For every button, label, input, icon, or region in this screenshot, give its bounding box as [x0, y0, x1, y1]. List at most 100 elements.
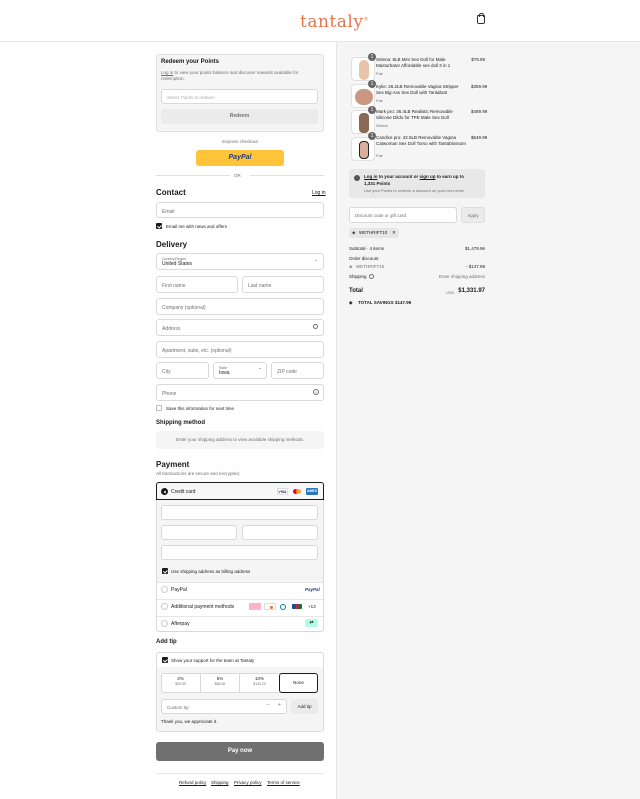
- expiry-field[interactable]: [161, 525, 237, 540]
- quantity-badge: 1: [368, 132, 376, 140]
- shopping-bag-icon[interactable]: [477, 13, 485, 24]
- product-name: Selena: 8LB Mini Sex Doll for Male Mastu…: [376, 57, 451, 68]
- footer-link-refund[interactable]: Refund policy: [179, 780, 206, 785]
- order-discount-code: WETHRIFT10: [356, 264, 385, 269]
- redeem-button[interactable]: Redeem: [161, 109, 318, 124]
- address-field[interactable]: Address: [156, 319, 324, 336]
- product-price: $549.99: [471, 135, 488, 140]
- footer-link-terms[interactable]: Terms of service: [267, 780, 300, 785]
- product-variant: Wheat: [376, 123, 388, 128]
- save-info-checkbox[interactable]: [156, 405, 162, 411]
- shipping-method-title: Shipping method: [156, 420, 205, 426]
- more-methods-count: +13: [308, 604, 316, 609]
- diners-icon: [280, 604, 286, 610]
- or-label: OR: [234, 173, 241, 178]
- state-chevron-icon: ⌄: [258, 365, 263, 371]
- credit-card-label: Credit card: [171, 489, 196, 495]
- order-discount-value: - $147.99: [465, 264, 485, 269]
- chevron-down-icon: ⌄: [314, 257, 319, 263]
- savings-tag-icon: ◈: [349, 300, 353, 305]
- help-icon[interactable]: ?: [313, 389, 319, 395]
- contact-login-link[interactable]: Log in: [312, 190, 326, 196]
- product-variant: Fair: [376, 98, 383, 103]
- last-name-field[interactable]: Last name: [242, 276, 324, 293]
- state-value: Iowa: [219, 370, 230, 376]
- afterpay-radio[interactable]: [161, 620, 168, 627]
- email-field[interactable]: Email: [156, 202, 324, 218]
- phone-field[interactable]: Phone: [156, 384, 324, 401]
- billing-checkbox[interactable]: [162, 568, 168, 574]
- credit-card-radio[interactable]: [161, 488, 168, 495]
- info-icon[interactable]: [369, 274, 374, 279]
- pay-now-button[interactable]: Pay now: [156, 742, 324, 761]
- tip-option[interactable]: 5% $66.59: [200, 673, 239, 693]
- checkout-main: Redeem your Points Log in to view your p…: [0, 42, 336, 799]
- tip-thanks: Thank you, we appreciate it.: [161, 719, 218, 724]
- subtotal-value: $1,479.96: [465, 246, 486, 251]
- points-select[interactable]: Select Points to redeem: [161, 89, 318, 104]
- footer-link-privacy[interactable]: Privacy policy: [234, 780, 262, 785]
- apartment-field[interactable]: Apartment, suite, etc. (optional): [156, 341, 324, 358]
- visa-icon: VISA: [277, 488, 288, 495]
- card-number-field[interactable]: [161, 505, 318, 520]
- total-value: $1,331.97: [458, 288, 485, 294]
- logo[interactable]: tantaly®: [300, 12, 369, 32]
- footer-link-shipping[interactable]: Shipping: [211, 780, 229, 785]
- first-name-field[interactable]: First name: [156, 276, 238, 293]
- tip-support-label: Show your support for the team at Tantal…: [171, 658, 255, 663]
- save-info-label: Save this information for next time: [166, 406, 235, 411]
- tip-option[interactable]: 10% $133.20: [239, 673, 279, 693]
- security-code-field[interactable]: [242, 525, 318, 540]
- points-amount: 1,331 Points: [364, 181, 391, 186]
- tip-title: Add tip: [156, 639, 177, 645]
- tag-icon: ◈: [352, 230, 356, 235]
- shipping-label: Shipping: [349, 274, 367, 279]
- tip-none-option[interactable]: None: [279, 673, 318, 693]
- contact-title: Contact: [156, 188, 186, 197]
- news-checkbox[interactable]: [156, 223, 162, 229]
- footer-divider: [156, 773, 324, 774]
- product-thumbnail: [351, 137, 375, 161]
- afterpay-icon: ⇄: [305, 619, 318, 627]
- city-field[interactable]: City: [156, 362, 209, 379]
- news-label: Email me with news and offers: [166, 224, 227, 229]
- product-price: $359.99: [471, 84, 488, 89]
- billing-label: Use shipping address as billing address: [171, 569, 251, 574]
- total-savings-label: TOTAL SAVINGS $147.99: [358, 300, 412, 305]
- paypal-radio[interactable]: [161, 586, 168, 593]
- product-price: $79.99: [471, 57, 485, 62]
- redeem-title: Redeem your Points: [161, 59, 220, 65]
- discount-code-field[interactable]: Discount code or gift card: [349, 207, 457, 223]
- points-banner-text: Log in to your account or sign up to ear…: [364, 174, 465, 179]
- search-icon: [313, 324, 318, 329]
- paypal-express-button[interactable]: PayPal: [196, 150, 284, 166]
- redeem-desc: Log in to view your points balance and d…: [161, 70, 299, 81]
- tip-decrement[interactable]: −: [267, 702, 270, 708]
- payment-subtitle: All transactions are secure and encrypte…: [156, 471, 241, 476]
- mastercard-icon: [292, 488, 303, 495]
- divider: [157, 599, 323, 600]
- subtotal-label: Subtotal · 4 items: [349, 246, 385, 251]
- total-label: Total: [349, 288, 363, 294]
- remove-discount-icon[interactable]: ✕: [392, 230, 396, 236]
- paypal-label: PayPal: [171, 587, 187, 593]
- discover-icon: [264, 603, 276, 610]
- tip-option[interactable]: 2% $29.59: [161, 673, 200, 693]
- delivery-title: Delivery: [156, 240, 188, 249]
- klarna-icon: [249, 603, 261, 610]
- express-checkout-label: Express checkout: [222, 139, 258, 144]
- company-field[interactable]: Company (optional): [156, 298, 324, 315]
- additional-payment-label: Additional payment methods: [171, 604, 235, 610]
- tip-support-checkbox[interactable]: [162, 657, 168, 663]
- apply-button[interactable]: Apply: [461, 207, 485, 223]
- country-select[interactable]: Country/Region United States: [156, 253, 324, 270]
- zip-field[interactable]: ZIP code: [271, 362, 324, 379]
- redeem-login-link[interactable]: Log in: [161, 70, 173, 75]
- add-tip-button[interactable]: Add tip: [291, 699, 318, 714]
- additional-payment-radio[interactable]: [161, 603, 168, 610]
- discount-tag-code: WETHRIFT10: [359, 230, 388, 235]
- tip-increment[interactable]: +: [278, 702, 281, 708]
- country-value: United States: [162, 261, 193, 267]
- name-on-card-field[interactable]: [161, 545, 318, 560]
- product-variant: Fair: [376, 71, 383, 76]
